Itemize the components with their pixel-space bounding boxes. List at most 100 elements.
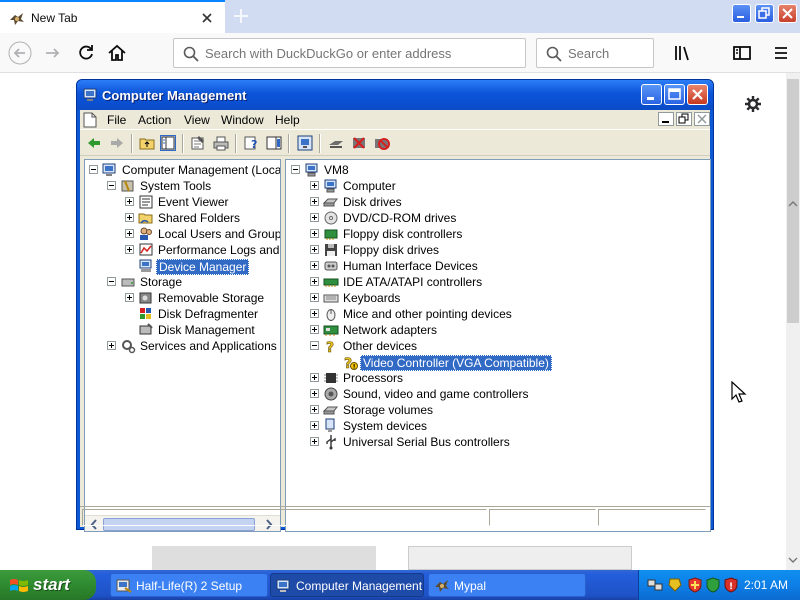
page-scrollbar[interactable]: [786, 73, 800, 570]
tree-item[interactable]: Removable Storage: [85, 290, 280, 306]
tree-plus-expander-icon[interactable]: [125, 197, 134, 206]
up-one-level-icon[interactable]: [139, 135, 155, 151]
tab-new-tab[interactable]: New Tab: [0, 0, 225, 33]
update-driver-icon[interactable]: [328, 135, 344, 151]
tree-minus-expander-icon[interactable]: [310, 341, 319, 350]
tree-item[interactable]: VM8: [286, 162, 706, 178]
forward-arrow-icon[interactable]: [41, 41, 65, 65]
tree-item[interactable]: Network adapters: [286, 322, 706, 338]
top-site-tile[interactable]: [408, 546, 632, 570]
tree-item[interactable]: Device Manager: [85, 258, 280, 275]
tree-minus-expander-icon[interactable]: [89, 165, 98, 174]
tree-plus-expander-icon[interactable]: [310, 277, 319, 286]
tree-plus-expander-icon[interactable]: [125, 245, 134, 254]
tree-item[interactable]: Disk drives: [286, 194, 706, 210]
tree-item[interactable]: Event Viewer: [85, 194, 280, 210]
gear-icon[interactable]: [743, 94, 763, 114]
tree-minus-expander-icon[interactable]: [107, 181, 116, 190]
print-icon[interactable]: [213, 135, 229, 151]
tree-item[interactable]: System devices: [286, 418, 706, 434]
menu-file[interactable]: File: [107, 113, 126, 127]
show-hide-tree-icon[interactable]: [160, 135, 176, 151]
library-icon[interactable]: [671, 41, 695, 65]
tab-close-icon[interactable]: [201, 12, 213, 24]
tray-alert-shield-icon[interactable]: !: [723, 577, 739, 593]
top-site-tile[interactable]: [152, 546, 376, 570]
tree-item[interactable]: Shared Folders: [85, 210, 280, 226]
tree-plus-expander-icon[interactable]: [125, 293, 134, 302]
sidebar-icon[interactable]: [730, 41, 754, 65]
tree-item[interactable]: Services and Applications: [85, 338, 280, 354]
tray-update-icon[interactable]: [705, 577, 721, 593]
show-hide-action-pane-icon[interactable]: [266, 135, 282, 151]
document-icon[interactable]: [83, 112, 97, 128]
tree-item[interactable]: Mice and other pointing devices: [286, 306, 706, 322]
tree-plus-expander-icon[interactable]: [125, 229, 134, 238]
tree-item[interactable]: Keyboards: [286, 290, 706, 306]
tree-item[interactable]: Processors: [286, 370, 706, 386]
tree-item[interactable]: Human Interface Devices: [286, 258, 706, 274]
tray-security-shield-icon[interactable]: [687, 577, 703, 593]
taskbar-item-half-life-setup[interactable]: Half-Life(R) 2 Setup: [110, 573, 268, 597]
console-tree-pane[interactable]: Computer Management (Local) System Tools E…: [84, 159, 281, 532]
forward-arrow-disabled-icon[interactable]: [109, 135, 125, 151]
tree-plus-expander-icon[interactable]: [107, 341, 116, 350]
window-title-bar[interactable]: Computer Management: [77, 80, 713, 110]
tree-item[interactable]: Computer Management (Local): [85, 162, 280, 178]
tree-plus-expander-icon[interactable]: [310, 309, 319, 318]
search-input[interactable]: [568, 39, 648, 67]
url-input[interactable]: [205, 39, 515, 67]
back-arrow-icon[interactable]: [8, 41, 32, 65]
tree-item[interactable]: Sound, video and game controllers: [286, 386, 706, 402]
browser-minimize-button[interactable]: [732, 4, 751, 23]
tree-item[interactable]: Computer: [286, 178, 706, 194]
child-minimize-button[interactable]: [658, 112, 674, 126]
tree-item[interactable]: Performance Logs and Alerts: [85, 242, 280, 258]
uninstall-device-icon[interactable]: [351, 135, 367, 151]
scan-hardware-icon[interactable]: [297, 135, 313, 151]
tree-item[interactable]: DVD/CD-ROM drives: [286, 210, 706, 226]
scroll-up-icon[interactable]: [788, 201, 798, 207]
window-minimize-button[interactable]: [641, 84, 662, 105]
taskbar-item-computer-management[interactable]: Computer Management: [270, 573, 424, 597]
tree-plus-expander-icon[interactable]: [310, 245, 319, 254]
tree-item[interactable]: Floppy disk controllers: [286, 226, 706, 242]
window-maximize-button[interactable]: [664, 84, 685, 105]
child-restore-button[interactable]: [676, 112, 692, 126]
menu-help[interactable]: Help: [275, 113, 300, 127]
tree-plus-expander-icon[interactable]: [310, 373, 319, 382]
tree-plus-expander-icon[interactable]: [310, 421, 319, 430]
child-close-button[interactable]: [694, 112, 710, 126]
tree-item[interactable]: Disk Defragmenter: [85, 306, 280, 322]
start-button[interactable]: start: [0, 570, 96, 600]
home-icon[interactable]: [105, 41, 129, 65]
url-bar[interactable]: [173, 38, 526, 68]
reload-icon[interactable]: [74, 41, 98, 65]
hamburger-menu-icon[interactable]: [769, 41, 793, 65]
tree-plus-expander-icon[interactable]: [310, 213, 319, 222]
tree-plus-expander-icon[interactable]: [310, 197, 319, 206]
menu-view[interactable]: View: [184, 113, 210, 127]
tree-item[interactable]: Disk Management: [85, 322, 280, 338]
new-tab-plus-icon[interactable]: [232, 7, 250, 25]
properties-icon[interactable]: [190, 135, 206, 151]
taskbar-item-mypal[interactable]: Mypal: [428, 573, 586, 597]
tree-item[interactable]: Floppy disk drives: [286, 242, 706, 258]
disable-device-icon[interactable]: [374, 135, 390, 151]
tree-minus-expander-icon[interactable]: [107, 277, 116, 286]
tree-item[interactable]: System Tools: [85, 178, 280, 194]
back-green-arrow-icon[interactable]: [86, 135, 102, 151]
help-icon[interactable]: ?: [243, 135, 259, 151]
tree-plus-expander-icon[interactable]: [310, 293, 319, 302]
scroll-down-icon[interactable]: [788, 557, 798, 563]
device-tree-pane[interactable]: VM8 Computer Disk drives DVD/CD-ROM drives F…: [285, 159, 711, 532]
tree-plus-expander-icon[interactable]: [310, 405, 319, 414]
tray-network-icon[interactable]: [647, 577, 663, 593]
tree-minus-expander-icon[interactable]: [291, 165, 300, 174]
search-bar[interactable]: [536, 38, 654, 68]
tree-item[interactable]: Local Users and Groups: [85, 226, 280, 242]
tree-plus-expander-icon[interactable]: [310, 229, 319, 238]
tree-item[interactable]: IDE ATA/ATAPI controllers: [286, 274, 706, 290]
tree-item[interactable]: Storage volumes: [286, 402, 706, 418]
tree-plus-expander-icon[interactable]: [310, 261, 319, 270]
